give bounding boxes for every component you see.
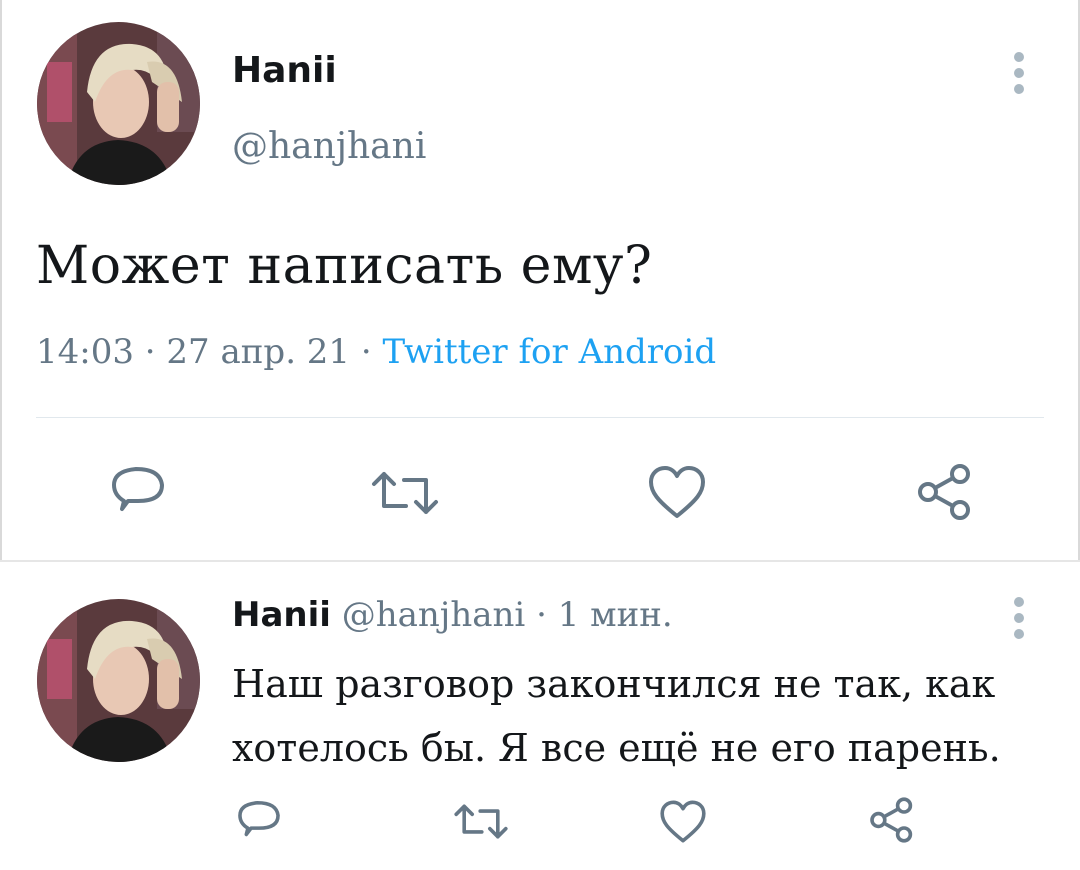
tweet-time-ago: 1 мин. xyxy=(557,595,673,635)
like-icon[interactable] xyxy=(659,799,707,844)
avatar[interactable] xyxy=(37,599,200,762)
display-name[interactable]: Hanii xyxy=(232,50,337,91)
meta-separator: · xyxy=(144,332,156,372)
share-icon[interactable] xyxy=(868,796,916,844)
divider xyxy=(36,417,1044,418)
tweet-source-link[interactable]: Twitter for Android xyxy=(383,332,717,372)
user-handle[interactable]: @hanjhani xyxy=(232,126,426,167)
meta-separator: · xyxy=(536,595,547,635)
reply-header: Hanii @hanjhani · 1 мин. xyxy=(232,595,673,635)
frame-border-left xyxy=(0,0,2,560)
retweet-icon[interactable] xyxy=(453,803,509,840)
more-options-icon[interactable] xyxy=(1013,52,1025,100)
share-icon[interactable] xyxy=(915,462,975,522)
reply-icon[interactable] xyxy=(108,463,168,521)
avatar-image xyxy=(37,599,200,762)
meta-separator: · xyxy=(360,332,372,372)
more-options-icon[interactable] xyxy=(1013,597,1025,645)
tweet-time: 14:03 xyxy=(36,332,134,372)
user-handle[interactable]: @hanjhani xyxy=(342,595,526,635)
retweet-icon[interactable] xyxy=(370,470,440,516)
tweet-date: 27 апр. 21 xyxy=(166,332,351,372)
avatar[interactable] xyxy=(37,22,200,185)
display-name[interactable]: Hanii xyxy=(232,595,331,635)
reply-icon[interactable] xyxy=(235,798,283,844)
tweet-separator xyxy=(0,560,1080,562)
avatar-image xyxy=(37,22,200,185)
tweet-meta: 14:03 · 27 апр. 21 · Twitter for Android xyxy=(36,332,716,372)
like-icon[interactable] xyxy=(647,464,707,520)
tweet-text: Наш разговор закончился не так, как хоте… xyxy=(232,662,1001,770)
tweet-text: Может написать ему? xyxy=(36,236,653,296)
